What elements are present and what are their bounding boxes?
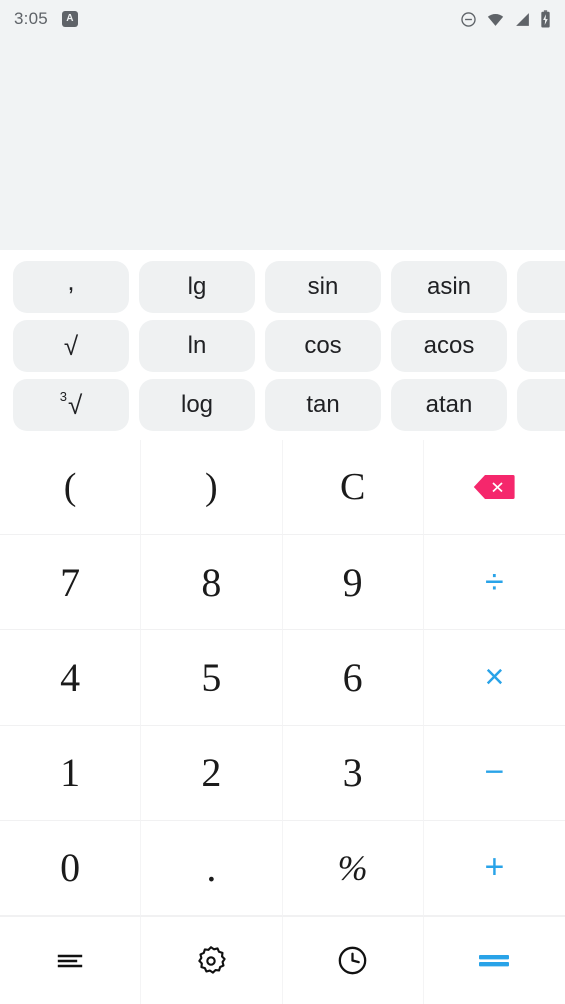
equals-button[interactable] [423, 917, 565, 1004]
key-close-paren[interactable]: ) [141, 440, 283, 536]
key-4[interactable]: 4 [0, 630, 142, 726]
menu-icon [54, 945, 86, 977]
keypad: ( ) C 7 8 9 ÷ 4 5 6 × 1 2 3 − 0 . % + [0, 440, 565, 916]
key-subtract[interactable]: − [423, 725, 565, 821]
key-multiply[interactable]: × [423, 630, 565, 726]
sci-tan-button[interactable]: tan [265, 379, 381, 431]
sci-sqrt-button[interactable]: √ [13, 320, 129, 372]
scientific-row-3: 3 √ log tan atan [0, 379, 565, 431]
key-divide[interactable]: ÷ [423, 535, 565, 631]
sci-comma-label: , [67, 265, 75, 296]
scientific-functions-panel[interactable]: , lg sin asin √ ln cos acos 3 √ log tan … [0, 250, 565, 440]
cube-root-icon: 3 √ [59, 389, 83, 420]
sci-lg-button[interactable]: lg [139, 261, 255, 313]
sci-hidden-button-3[interactable] [517, 379, 565, 431]
key-5[interactable]: 5 [141, 630, 283, 726]
history-clock-icon [336, 944, 369, 977]
wifi-icon [486, 11, 505, 28]
key-7[interactable]: 7 [0, 535, 142, 631]
calculator-display[interactable] [0, 38, 565, 250]
sci-cube-root-button[interactable]: 3 √ [13, 379, 129, 431]
sci-tan-label: tan [306, 391, 340, 418]
key-9[interactable]: 9 [282, 535, 424, 631]
key-open-paren[interactable]: ( [0, 440, 142, 536]
sci-asin-label: asin [426, 273, 472, 300]
key-decimal[interactable]: . [141, 820, 283, 916]
sci-asin-button[interactable]: asin [391, 261, 507, 313]
sci-acos-button[interactable]: acos [391, 320, 507, 372]
key-1[interactable]: 1 [0, 725, 142, 821]
status-bar: 3:05 A [0, 0, 565, 38]
key-percent[interactable]: % [282, 820, 424, 916]
settings-button[interactable] [141, 917, 283, 1004]
status-bar-right [460, 10, 551, 28]
sci-ln-label: ln [187, 332, 207, 359]
bottom-toolbar [0, 916, 565, 1004]
sci-lg-label: lg [187, 273, 207, 300]
sci-sin-label: sin [307, 273, 339, 300]
equals-icon [477, 951, 511, 971]
cellular-signal-icon [514, 11, 531, 28]
key-0[interactable]: 0 [0, 820, 142, 916]
app-notification-icon: A [61, 11, 78, 27]
history-button[interactable] [282, 917, 424, 1004]
menu-button[interactable] [0, 917, 142, 1004]
cube-root-index: 3 [59, 389, 67, 404]
key-backspace[interactable] [423, 440, 565, 536]
sci-comma-button[interactable]: , [13, 261, 129, 313]
sci-log-label: log [180, 391, 214, 418]
status-bar-left: 3:05 A [14, 9, 78, 29]
sci-atan-button[interactable]: atan [391, 379, 507, 431]
do-not-disturb-icon [460, 11, 477, 28]
scientific-row-2: √ ln cos acos [0, 320, 565, 372]
sci-hidden-button-2[interactable] [517, 320, 565, 372]
status-time: 3:05 [14, 9, 48, 28]
scientific-row-1: , lg sin asin [0, 261, 565, 313]
calculator-app: 3:05 A , lg sin asin √ ln cos acos 3 √ l… [0, 0, 565, 1004]
sci-cos-button[interactable]: cos [265, 320, 381, 372]
sci-ln-button[interactable]: ln [139, 320, 255, 372]
sci-atan-label: atan [425, 391, 473, 418]
sci-cos-label: cos [304, 332, 342, 359]
key-2[interactable]: 2 [141, 725, 283, 821]
gear-icon [194, 944, 228, 978]
battery-charging-icon [540, 10, 551, 28]
cube-root-radical: √ [67, 390, 83, 420]
sci-acos-label: acos [423, 332, 475, 359]
sci-hidden-button-1[interactable] [517, 261, 565, 313]
key-6[interactable]: 6 [282, 630, 424, 726]
key-8[interactable]: 8 [141, 535, 283, 631]
sci-log-button[interactable]: log [139, 379, 255, 431]
key-clear[interactable]: C [282, 440, 424, 536]
key-add[interactable]: + [423, 820, 565, 916]
backspace-icon [473, 474, 515, 500]
key-3[interactable]: 3 [282, 725, 424, 821]
sqrt-icon: √ [63, 331, 79, 361]
sci-sin-button[interactable]: sin [265, 261, 381, 313]
